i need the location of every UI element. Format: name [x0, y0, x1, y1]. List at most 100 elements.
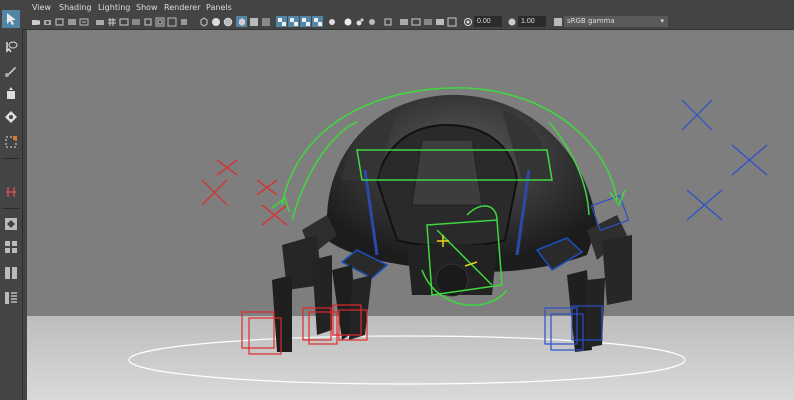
film-gate-icon — [119, 18, 128, 25]
select-tool-button[interactable] — [2, 10, 20, 28]
pan-zoom-icon — [79, 18, 88, 25]
two-layout-button[interactable] — [2, 264, 20, 282]
menu-panels[interactable]: Panels — [206, 3, 232, 12]
hud-toggle-button[interactable] — [446, 16, 457, 27]
smooth-shade-button[interactable] — [210, 16, 221, 27]
xray-active-button[interactable] — [366, 16, 377, 27]
render-view-button[interactable] — [410, 16, 421, 27]
toolbox-divider — [3, 208, 19, 209]
exposure-field[interactable] — [474, 16, 502, 27]
color-management-button[interactable] — [552, 16, 563, 27]
xray-sphere-icon — [344, 18, 351, 25]
renderer-icon — [399, 18, 408, 25]
motion-blur-button[interactable] — [288, 16, 299, 27]
paint-select-icon — [5, 67, 16, 77]
xray-button[interactable] — [342, 16, 353, 27]
four-layout-icon — [5, 241, 17, 253]
field-chart-button[interactable] — [154, 16, 165, 27]
anti-aliasing-button[interactable] — [300, 16, 311, 27]
select-camera-button[interactable] — [30, 16, 41, 27]
view-transform-select[interactable]: sRGB gamma ▾ — [564, 16, 668, 27]
view-transform-value: sRGB gamma — [567, 17, 615, 25]
resolution-gate-icon — [131, 18, 140, 25]
camera-attributes-button[interactable] — [42, 16, 53, 27]
menu-renderer[interactable]: Renderer — [164, 3, 201, 12]
exposure-icon — [463, 17, 472, 26]
film-gate-button[interactable] — [118, 16, 129, 27]
hud-icon — [447, 17, 456, 26]
image-plane-button[interactable] — [66, 16, 77, 27]
viewport[interactable] — [27, 30, 794, 400]
safe-title-icon — [180, 18, 187, 25]
chevron-down-icon: ▾ — [660, 17, 664, 25]
rotate-icon — [5, 111, 17, 123]
exposure-reset-button[interactable] — [462, 16, 473, 27]
xray-joints-icon — [356, 18, 363, 25]
resolution-gate-button[interactable] — [130, 16, 141, 27]
robot-body-mesh[interactable] — [327, 94, 597, 297]
wireframe-button[interactable] — [198, 16, 209, 27]
render-settings-icon — [435, 18, 444, 25]
move-tool-button[interactable] — [2, 85, 20, 103]
ground-plane — [27, 316, 794, 400]
bookmarks-button[interactable] — [54, 16, 65, 27]
screen-space-ao-button[interactable] — [276, 16, 287, 27]
four-layout-button[interactable] — [2, 238, 20, 256]
textured-button[interactable] — [236, 16, 247, 27]
wireframe-cube-icon — [200, 16, 207, 27]
isolate-select-button[interactable] — [326, 16, 337, 27]
safe-action-icon — [167, 17, 176, 26]
gate-mask-button[interactable] — [142, 16, 153, 27]
anti-alias-icon — [301, 17, 310, 26]
xray-joints-button[interactable] — [354, 16, 365, 27]
render-settings-button[interactable] — [434, 16, 445, 27]
gamma-icon — [508, 18, 515, 25]
two-d-pan-button[interactable] — [78, 16, 89, 27]
lasso-icon — [6, 41, 18, 53]
ipr-render-button[interactable] — [422, 16, 433, 27]
backface-culling-button[interactable] — [382, 16, 393, 27]
image-plane-icon — [67, 18, 76, 25]
gate-mask-icon — [144, 18, 151, 25]
single-layout-icon — [5, 218, 17, 230]
tool-box — [0, 0, 23, 400]
gamma-field[interactable] — [518, 16, 546, 27]
gamma-reset-button[interactable] — [506, 16, 517, 27]
menu-show[interactable]: Show — [136, 3, 158, 12]
depth-of-field-button[interactable] — [312, 16, 323, 27]
joint-tool-button[interactable] — [2, 183, 20, 201]
grid-button[interactable] — [106, 16, 117, 27]
shadows-button[interactable] — [260, 16, 271, 27]
shaded-sphere-icon — [211, 17, 220, 26]
grid-icon — [107, 17, 116, 26]
checker-icon — [277, 17, 286, 26]
xray-active-icon — [368, 18, 375, 25]
lasso-tool-button[interactable] — [2, 38, 20, 56]
single-layout-button[interactable] — [2, 215, 20, 233]
backface-icon — [384, 18, 391, 25]
paint-select-tool-button[interactable] — [2, 62, 20, 80]
safe-action-button[interactable] — [166, 16, 177, 27]
viewport-renderer-button[interactable] — [398, 16, 409, 27]
scale-icon — [5, 136, 17, 148]
rotate-tool-button[interactable] — [2, 108, 20, 126]
panel-menu-bar: View Shading Lighting Show Renderer Pane… — [22, 0, 794, 15]
toolbox-divider — [3, 158, 19, 159]
grease-pencil-button[interactable] — [94, 16, 105, 27]
textured-cube-icon — [238, 17, 245, 26]
menu-shading[interactable]: Shading — [59, 3, 92, 12]
menu-lighting[interactable]: Lighting — [98, 3, 130, 12]
field-chart-icon — [155, 17, 164, 26]
wireframe-on-shaded-button[interactable] — [222, 16, 233, 27]
outliner-layout-button[interactable] — [2, 289, 20, 307]
scale-tool-button[interactable] — [2, 133, 20, 151]
move-icon — [7, 87, 15, 99]
menu-view[interactable]: View — [32, 3, 51, 12]
safe-title-button[interactable] — [178, 16, 189, 27]
use-all-lights-button[interactable] — [248, 16, 259, 27]
wire-on-shaded-icon — [223, 17, 232, 26]
depth-of-field-icon — [313, 17, 322, 26]
grease-pencil-icon — [95, 19, 104, 25]
camera-lock-icon — [43, 19, 51, 25]
motion-blur-icon — [289, 17, 298, 26]
